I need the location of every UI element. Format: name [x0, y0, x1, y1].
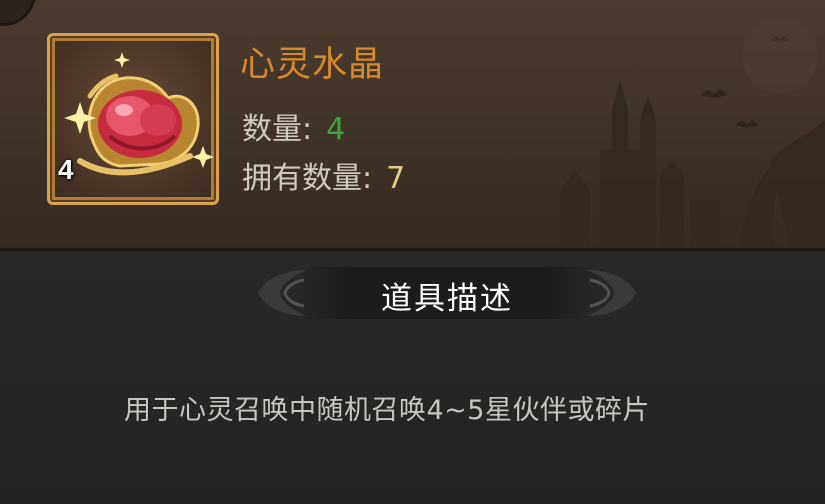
item-icon-slot[interactable]: 4 — [47, 33, 219, 205]
owned-row: 拥有数量: 7 — [242, 153, 405, 197]
crystal-heart-icon — [64, 52, 214, 176]
quantity-row: 数量: 4 — [242, 104, 345, 148]
item-stack-count: 4 — [58, 154, 74, 185]
section-title: 道具描述 — [381, 281, 513, 317]
item-info-panel: 4 心灵水晶 数量: 4 拥有数量: 7 — [0, 0, 825, 250]
item-description: 用于心灵召唤中随机召唤4~5星伙伴或碎片 — [124, 395, 650, 426]
owned-value: 7 — [386, 161, 406, 196]
item-detail-screen: 4 心灵水晶 数量: 4 拥有数量: 7 道具描述 用于心灵召唤中随机召唤4~5星伙… — [0, 0, 825, 504]
item-name: 心灵水晶 — [240, 45, 385, 85]
owned-label: 拥有数量: — [242, 161, 373, 196]
quantity-label: 数量: — [242, 112, 313, 147]
quantity-value: 4 — [326, 112, 346, 147]
section-header: 道具描述 — [252, 264, 642, 322]
description-panel: 道具描述 用于心灵召唤中随机召唤4~5星伙伴或碎片 — [0, 251, 825, 504]
